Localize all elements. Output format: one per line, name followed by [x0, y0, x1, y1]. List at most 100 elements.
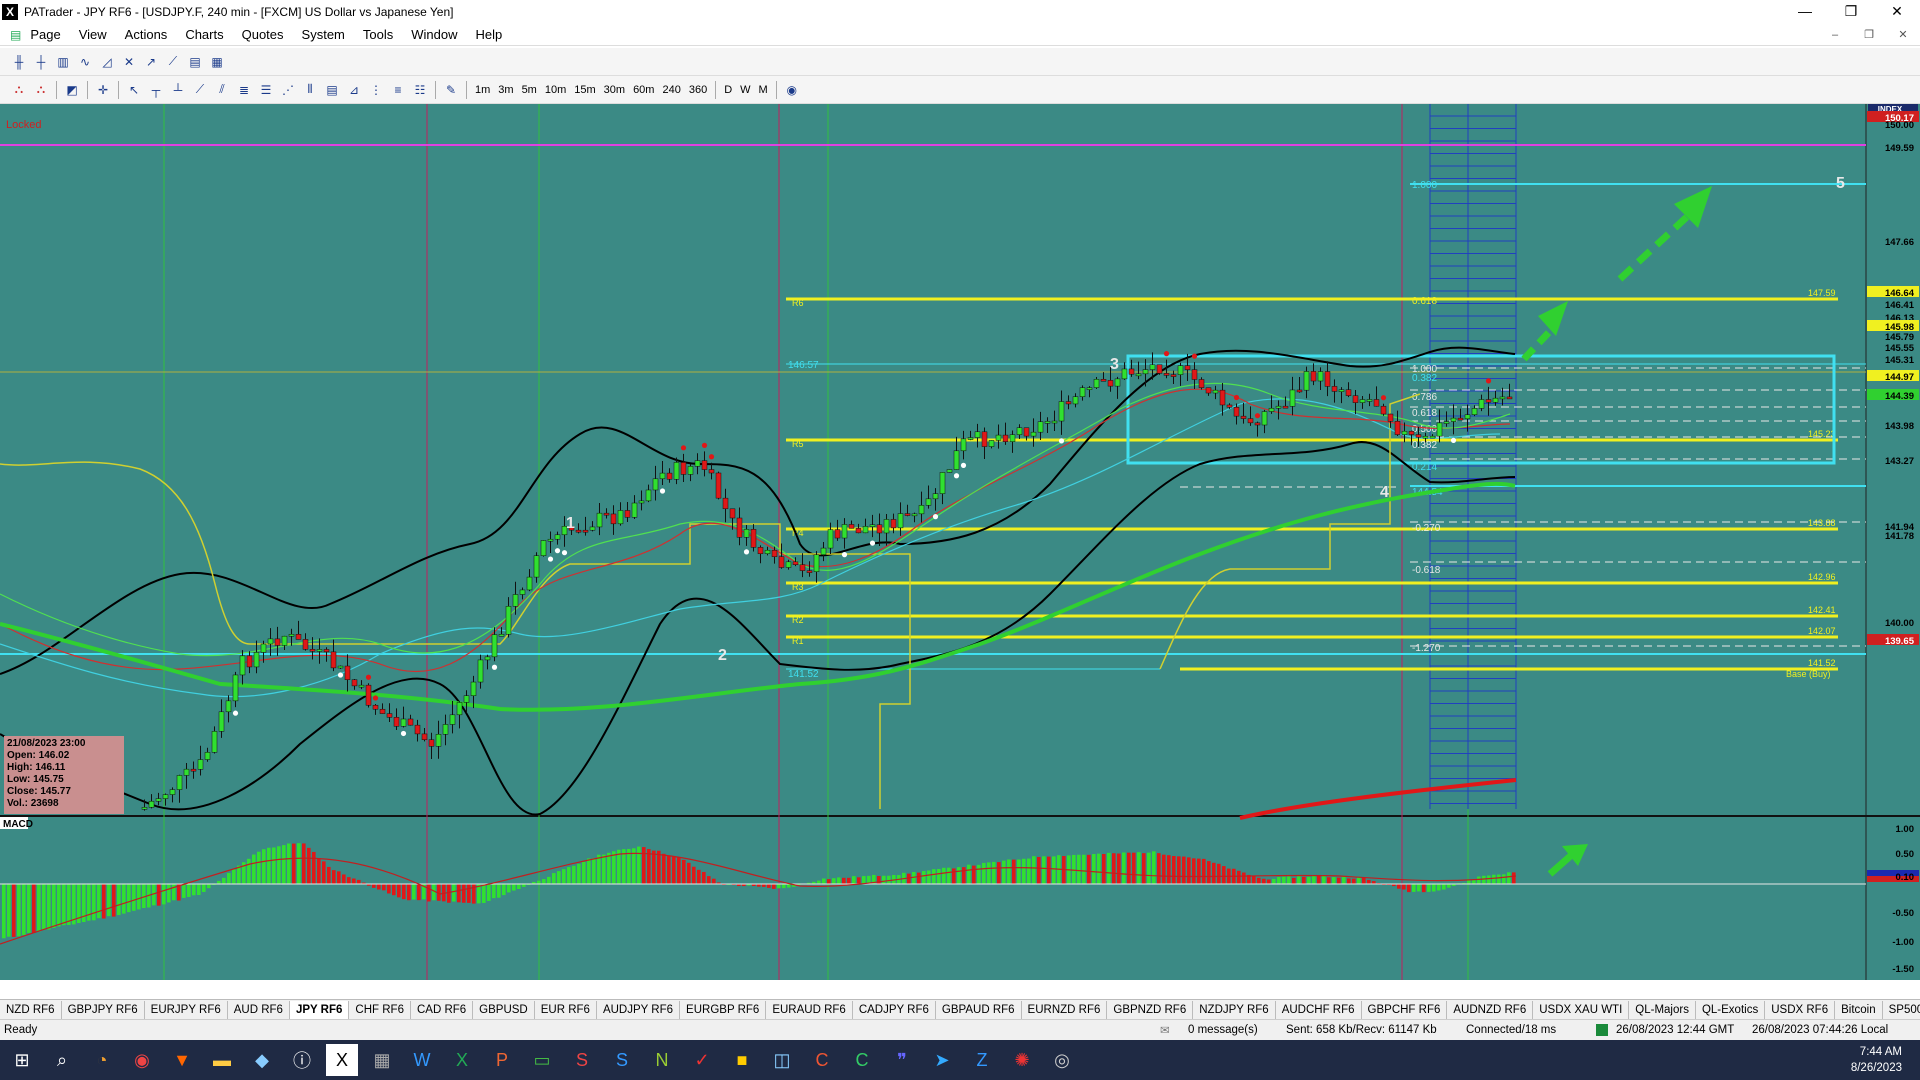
symbol-tab[interactable]: SP500 — [1883, 1001, 1920, 1019]
app-icon-8[interactable]: ◎ — [1042, 1040, 1082, 1080]
chart-settings-icon[interactable]: ◩ — [61, 79, 83, 101]
calculator-icon[interactable]: ▦ — [362, 1040, 402, 1080]
symbol-tab[interactable]: EURJPY RF6 — [145, 1000, 228, 1019]
menu-view[interactable]: View — [70, 27, 116, 42]
app-icon-s1[interactable]: S — [562, 1040, 602, 1080]
search-icon[interactable]: ⌕ — [42, 1040, 82, 1080]
app-icon-5[interactable]: ◫ — [762, 1040, 802, 1080]
text-tool-icon[interactable]: ☷ — [409, 79, 431, 101]
app-icon-n[interactable]: N — [642, 1040, 682, 1080]
symbol-tab[interactable]: GBPNZD RF6 — [1107, 1000, 1194, 1019]
app-icon-7[interactable]: ✺ — [1002, 1040, 1042, 1080]
candle-chart-icon[interactable]: ▥ — [52, 51, 74, 73]
tf-3m[interactable]: 3m — [494, 84, 517, 96]
fibo-time-icon[interactable]: ⦀ — [299, 79, 321, 101]
start-icon[interactable]: ⊞ — [2, 1040, 42, 1080]
symbol-tab[interactable]: QL-Majors — [1629, 1000, 1696, 1019]
app-icon-4[interactable]: ✓ — [682, 1040, 722, 1080]
sticky-icon[interactable]: ■ — [722, 1040, 762, 1080]
symbol-tab[interactable]: NZDJPY RF6 — [1193, 1000, 1276, 1019]
pivot-icon[interactable]: ▤ — [321, 79, 343, 101]
indicator-icon[interactable]: ↗ — [140, 51, 162, 73]
tool-icon-2[interactable]: ⛬ — [30, 79, 52, 101]
volume-chart-icon[interactable]: ▤ — [184, 51, 206, 73]
symbol-tab[interactable]: Bitcoin — [1835, 1000, 1883, 1019]
menu-tools[interactable]: Tools — [354, 27, 402, 42]
symbol-tab[interactable]: NZD RF6 — [0, 1000, 62, 1019]
pointer-icon[interactable]: ↖ — [123, 79, 145, 101]
maximize-button[interactable]: ❐ — [1828, 0, 1874, 22]
symbol-tab[interactable]: GBPCHF RF6 — [1362, 1000, 1448, 1019]
excel-icon[interactable]: X — [442, 1040, 482, 1080]
symbol-tab[interactable]: CHF RF6 — [349, 1000, 411, 1019]
symbol-tab[interactable]: EURGBP RF6 — [680, 1000, 767, 1019]
patrader-icon[interactable]: X — [326, 1044, 358, 1076]
symbol-tab[interactable]: AUD RF6 — [228, 1000, 290, 1019]
app-icon-1[interactable]: ◔ — [82, 1040, 122, 1080]
app-icon-2[interactable]: ◆ — [242, 1040, 282, 1080]
taskbar-clock[interactable]: 7:44 AM 8/26/2023 — [1851, 1044, 1902, 1076]
symbol-tab[interactable]: CADJPY RF6 — [853, 1000, 936, 1019]
channel-icon[interactable]: ⫽ — [211, 79, 233, 101]
tf-w[interactable]: W — [736, 84, 754, 96]
telegram-icon[interactable]: ➤ — [922, 1040, 962, 1080]
trendline-icon[interactable]: ⟋ — [189, 79, 211, 101]
tf-15m[interactable]: 15m — [570, 84, 599, 96]
symbol-tab[interactable]: EUR RF6 — [535, 1000, 597, 1019]
price-chart[interactable]: R6 R5 R4 R3 R2 R1 147.59 145.23 143.88 1… — [0, 104, 1920, 980]
powerpoint-icon[interactable]: P — [482, 1040, 522, 1080]
tf-60m[interactable]: 60m — [629, 84, 658, 96]
crosshair-icon[interactable]: ✛ — [92, 79, 114, 101]
fibo-retrace-icon[interactable]: ≣ — [233, 79, 255, 101]
hline-icon[interactable]: ┬ — [145, 79, 167, 101]
symbol-tab[interactable]: USDX RF6 — [1765, 1000, 1836, 1019]
ohlc-chart-icon[interactable]: ┼ — [30, 51, 52, 73]
point-figure-icon[interactable]: ✕ — [118, 51, 140, 73]
cycle-icon[interactable]: ⋮ — [365, 79, 387, 101]
bar-chart-icon[interactable]: ╫ — [8, 51, 30, 73]
menu-quotes[interactable]: Quotes — [233, 27, 293, 42]
menu-window[interactable]: Window — [402, 27, 466, 42]
symbol-tab[interactable]: AUDJPY RF6 — [597, 1000, 681, 1019]
mdi-minimize-button[interactable]: – — [1818, 24, 1852, 46]
zoom-icon[interactable]: Z — [962, 1040, 1002, 1080]
line-chart-icon[interactable]: ∿ — [74, 51, 96, 73]
menu-page[interactable]: Page — [21, 27, 69, 42]
tf-d[interactable]: D — [720, 84, 736, 96]
symbol-tab[interactable]: GBPUSD — [473, 1000, 535, 1019]
pen-icon[interactable]: ✎ — [440, 79, 462, 101]
minimize-button[interactable]: — — [1782, 0, 1828, 22]
andrews-icon[interactable]: ≡ — [387, 79, 409, 101]
app-icon-s2[interactable]: S — [602, 1040, 642, 1080]
fibo-fan-icon[interactable]: ⋰ — [277, 79, 299, 101]
tf-240[interactable]: 240 — [658, 84, 684, 96]
clock-icon[interactable]: ◉ — [781, 79, 803, 101]
chart-area[interactable]: R6 R5 R4 R3 R2 R1 147.59 145.23 143.88 1… — [0, 104, 1920, 980]
menu-actions[interactable]: Actions — [116, 27, 177, 42]
menu-help[interactable]: Help — [466, 27, 511, 42]
tf-5m[interactable]: 5m — [518, 84, 541, 96]
menu-charts[interactable]: Charts — [176, 27, 232, 42]
area-chart-icon[interactable]: ◿ — [96, 51, 118, 73]
symbol-tab[interactable]: GBPJPY RF6 — [62, 1000, 145, 1019]
symbol-tab[interactable]: GBPAUD RF6 — [936, 1000, 1022, 1019]
menu-system[interactable]: System — [293, 27, 354, 42]
symbol-tab[interactable]: USDX XAU WTI — [1533, 1000, 1630, 1019]
symbol-tab[interactable]: EURNZD RF6 — [1022, 1000, 1108, 1019]
histogram-icon[interactable]: ▦ — [206, 51, 228, 73]
folder-icon[interactable]: ▬ — [202, 1040, 242, 1080]
app-icon-3[interactable]: ▭ — [522, 1040, 562, 1080]
close-button[interactable]: ✕ — [1874, 0, 1920, 22]
tf-m[interactable]: M — [755, 84, 772, 96]
fibo-ext-icon[interactable]: ☰ — [255, 79, 277, 101]
tf-1m[interactable]: 1m — [471, 84, 494, 96]
symbol-tab[interactable]: AUDNZD RF6 — [1447, 1000, 1534, 1019]
symbol-tab[interactable]: EURAUD RF6 — [766, 1000, 853, 1019]
gann-icon[interactable]: ⊿ — [343, 79, 365, 101]
trend-chart-icon[interactable]: ⟋ — [162, 51, 184, 73]
tf-10m[interactable]: 10m — [541, 84, 570, 96]
mdi-close-button[interactable]: ✕ — [1886, 24, 1920, 46]
app-icon-c2[interactable]: C — [842, 1040, 882, 1080]
app-icon-c1[interactable]: C — [802, 1040, 842, 1080]
tf-360[interactable]: 360 — [685, 84, 711, 96]
